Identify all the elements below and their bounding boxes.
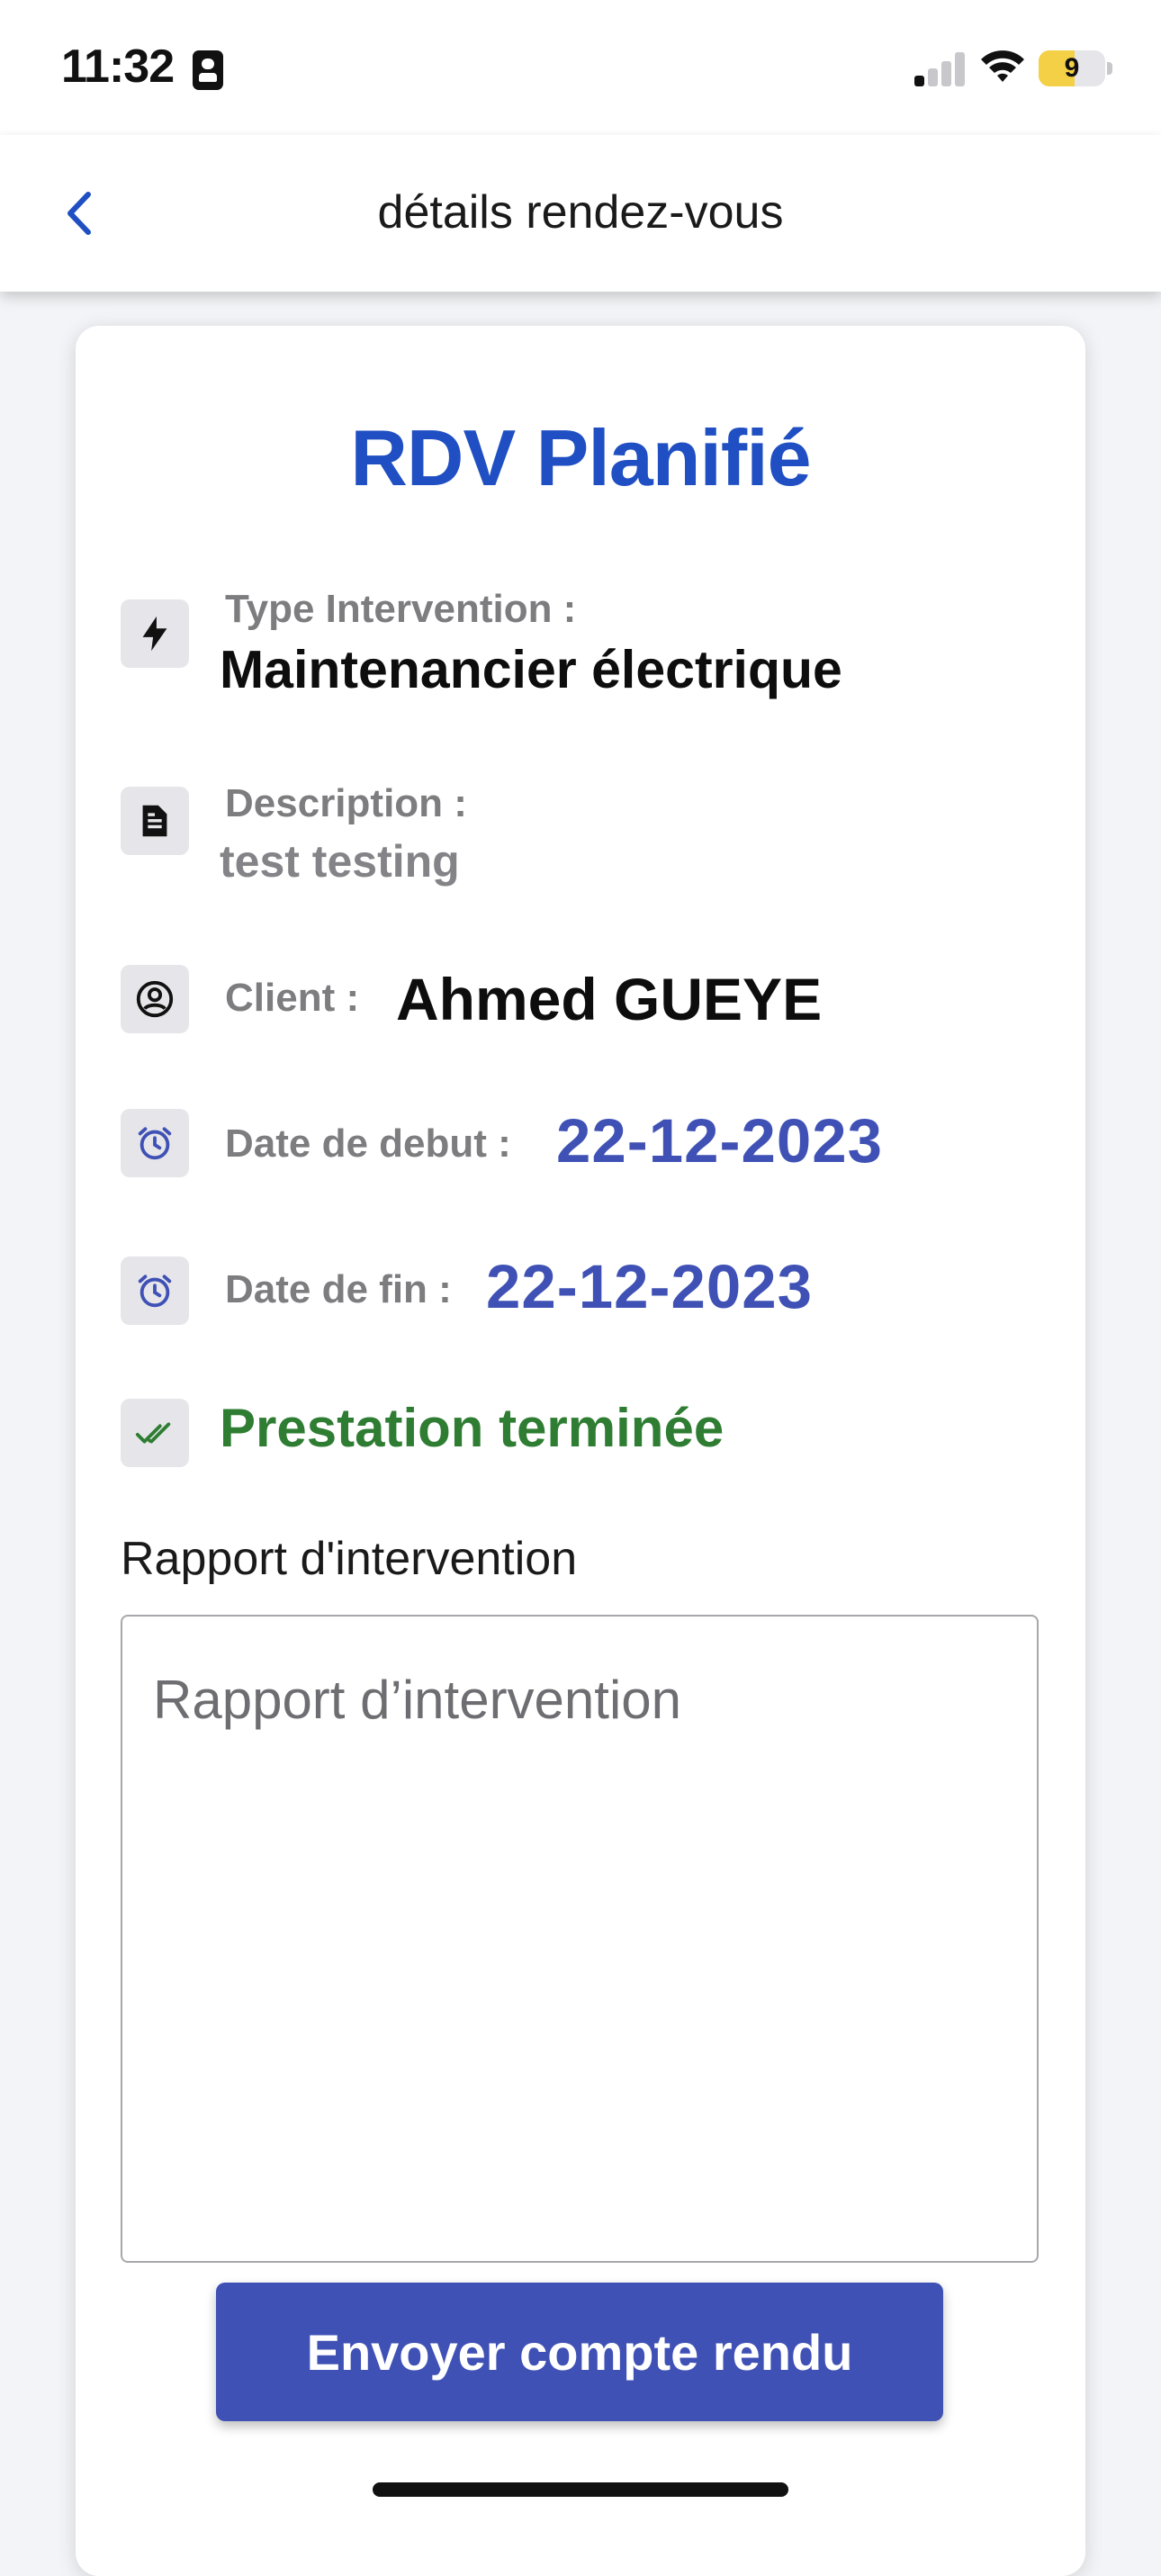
contact-card-icon bbox=[193, 50, 223, 90]
status-time: 11:32 bbox=[61, 41, 175, 93]
wifi-icon bbox=[981, 50, 1024, 82]
description-label: Description : bbox=[225, 781, 467, 825]
send-report-button[interactable]: Envoyer compte rendu bbox=[216, 2283, 943, 2421]
home-indicator bbox=[373, 2482, 788, 2497]
status-value: Prestation terminée bbox=[220, 1398, 724, 1458]
appointment-status-title: RDV Planifié bbox=[350, 413, 811, 502]
battery-cap bbox=[1107, 62, 1112, 75]
start-date-value: 22-12-2023 bbox=[556, 1106, 883, 1175]
page-title: détails rendez-vous bbox=[377, 186, 784, 239]
cellular-signal-icon bbox=[914, 50, 967, 86]
alarm-clock-icon bbox=[121, 1256, 189, 1325]
client-label: Client : bbox=[225, 976, 360, 1020]
status-bar: 11:32 9 bbox=[0, 0, 1161, 135]
end-date-label: Date de fin : bbox=[225, 1267, 452, 1311]
appointment-card: RDV Planifié Type Intervention : Mainten… bbox=[76, 326, 1085, 2576]
double-check-icon bbox=[121, 1399, 189, 1467]
client-value: Ahmed GUEYE bbox=[396, 966, 823, 1032]
battery-icon: 9 bbox=[1039, 50, 1105, 86]
type-intervention-value: Maintenancier électrique bbox=[220, 640, 842, 699]
battery-level: 9 bbox=[1064, 53, 1080, 83]
document-icon bbox=[121, 787, 189, 855]
description-value: test testing bbox=[220, 836, 460, 887]
type-intervention-label: Type Intervention : bbox=[225, 587, 577, 631]
user-circle-icon bbox=[121, 965, 189, 1033]
navigation-header: détails rendez-vous bbox=[0, 135, 1161, 292]
alarm-clock-icon bbox=[121, 1109, 189, 1177]
start-date-label: Date de debut : bbox=[225, 1121, 511, 1166]
end-date-value: 22-12-2023 bbox=[486, 1252, 813, 1321]
report-textarea[interactable] bbox=[121, 1615, 1039, 2263]
bolt-icon bbox=[121, 599, 189, 668]
report-label: Rapport d'intervention bbox=[121, 1533, 578, 1585]
